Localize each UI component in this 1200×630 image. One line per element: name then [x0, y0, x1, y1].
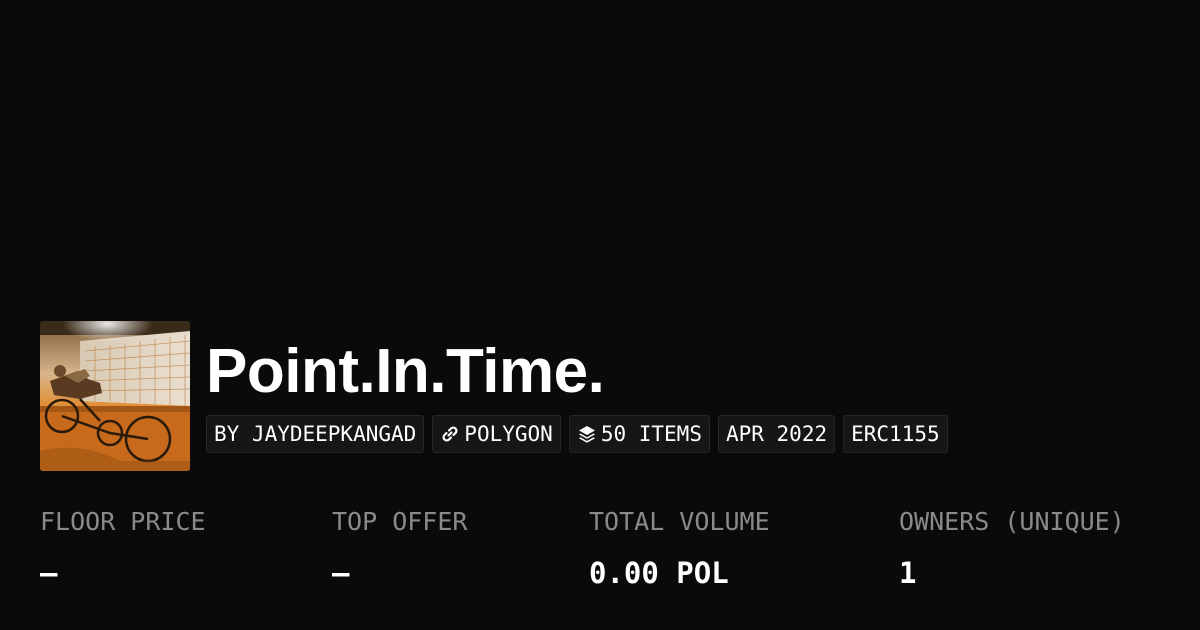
- stat-label: TOTAL VOLUME: [589, 507, 770, 536]
- stat-top-offer: TOP OFFER –: [332, 505, 467, 590]
- stat-owners: OWNERS (UNIQUE) 1: [899, 505, 1125, 590]
- stat-label: TOP OFFER: [332, 507, 468, 536]
- creator-label: BY JAYDEEPKANGAD: [214, 422, 417, 446]
- items-label: 50 ITEMS: [600, 422, 702, 446]
- standard-label: ERC1155: [851, 422, 940, 446]
- stat-label: OWNERS (UNIQUE): [899, 507, 1125, 536]
- stack-layers-icon: [577, 424, 597, 444]
- collection-tags: BY JAYDEEPKANGAD POLYGON 50 ITEMS APR 20…: [206, 415, 948, 453]
- stat-value: 1: [899, 556, 917, 590]
- date-label: APR 2022: [725, 422, 828, 446]
- thumbnail-image: [40, 321, 190, 471]
- creator-tag[interactable]: BY JAYDEEPKANGAD: [206, 415, 425, 453]
- stat-value: –: [332, 556, 350, 590]
- stat-value: –: [40, 556, 58, 590]
- stat-value: 0.00 POL: [589, 556, 729, 590]
- link-icon: [440, 424, 460, 444]
- chain-tag[interactable]: POLYGON: [432, 415, 561, 453]
- date-tag[interactable]: APR 2022: [717, 415, 836, 453]
- standard-tag[interactable]: ERC1155: [843, 415, 948, 453]
- collection-card: Point.In.Time. BY JAYDEEPKANGAD POLYGON: [0, 0, 1200, 630]
- collection-title: Point.In.Time.: [206, 337, 605, 406]
- stat-label: FLOOR PRICE: [40, 507, 206, 536]
- items-tag[interactable]: 50 ITEMS: [568, 415, 710, 453]
- stat-floor-price: FLOOR PRICE –: [40, 505, 206, 590]
- chain-label: POLYGON: [464, 422, 553, 446]
- stat-total-volume: TOTAL VOLUME 0.00 POL: [589, 505, 770, 590]
- collection-thumbnail[interactable]: [40, 321, 190, 471]
